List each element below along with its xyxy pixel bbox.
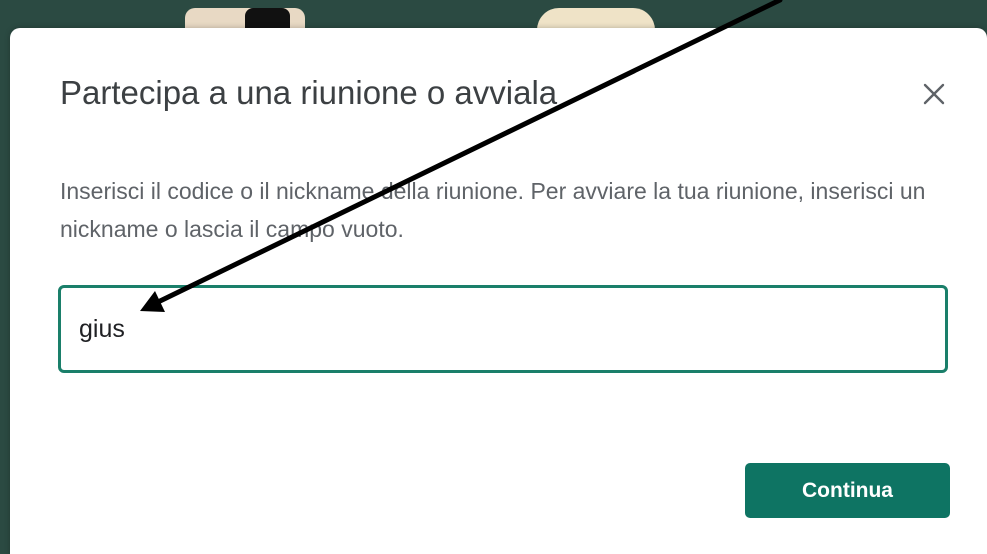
continue-button[interactable]: Continua <box>745 463 950 518</box>
dialog-title: Partecipa a una riunione o avviala <box>60 74 558 111</box>
dialog-description: Inserisci il codice o il nickname della … <box>60 178 926 242</box>
background-illustration-left <box>185 8 305 30</box>
meeting-code-input[interactable] <box>58 285 948 373</box>
close-icon <box>923 83 945 105</box>
close-button[interactable] <box>914 74 954 114</box>
background-illustration-right <box>537 8 655 30</box>
join-meeting-dialog: Partecipa a una riunione o avviala Inser… <box>10 28 987 554</box>
